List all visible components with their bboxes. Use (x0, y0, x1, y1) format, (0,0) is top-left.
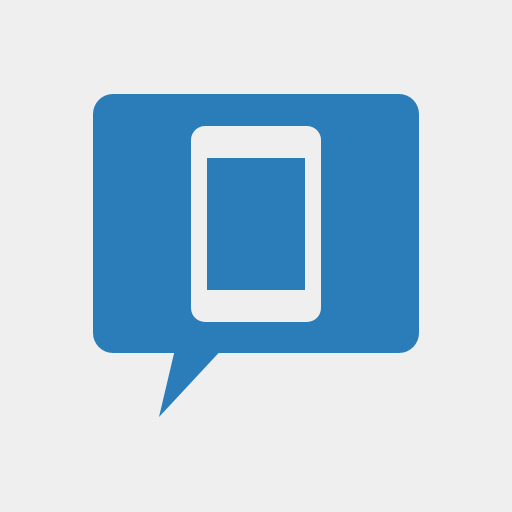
phone-message-icon (93, 94, 419, 417)
smartphone-screen (207, 158, 305, 290)
app-icon-canvas (0, 0, 512, 512)
speech-bubble-tail (159, 345, 226, 417)
